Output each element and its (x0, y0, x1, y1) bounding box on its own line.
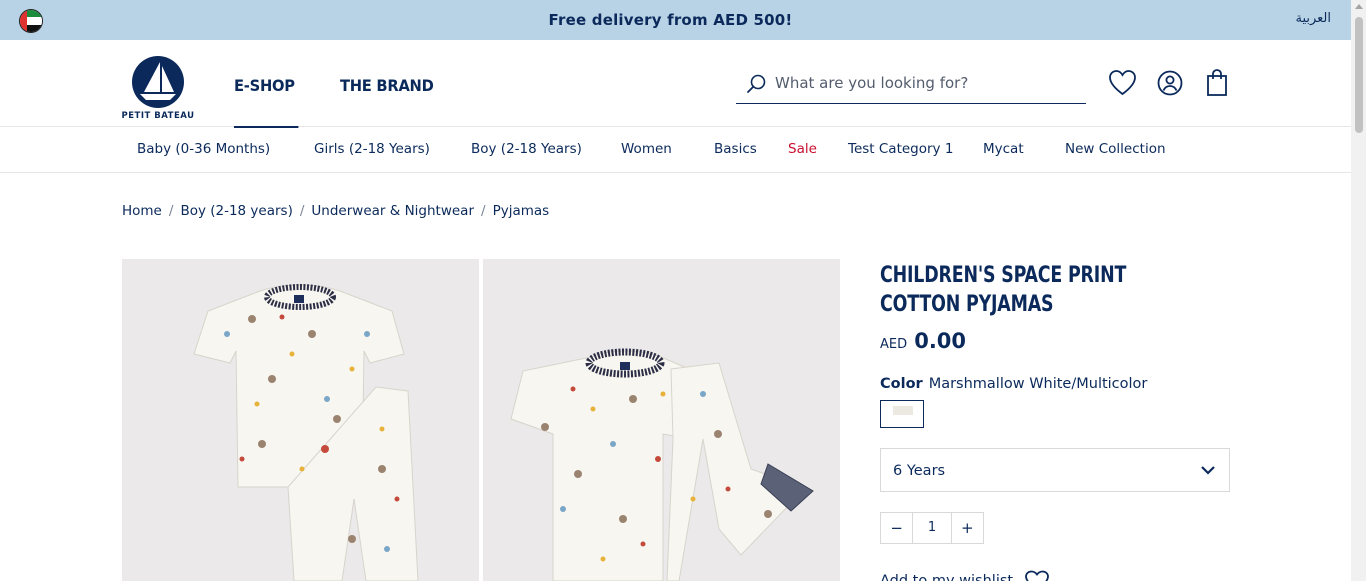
scrollbar-thumb[interactable] (1355, 17, 1363, 133)
price-currency: AED (880, 337, 908, 352)
size-select[interactable]: 6 Years (880, 448, 1230, 492)
category-test-category-1[interactable]: Test Category 1 (848, 141, 953, 157)
quantity-stepper: − 1 + (880, 512, 984, 544)
breadcrumb-separator: / (299, 203, 305, 219)
color-swatch[interactable] (880, 400, 924, 428)
category-nav: Baby (0-36 Months) Girls (2-18 Years) Bo… (0, 127, 1351, 173)
category-sale[interactable]: Sale (788, 141, 817, 157)
main-nav: E-SHOP THE BRAND (234, 76, 442, 128)
site-header: PETIT BATEAU E-SHOP THE BRAND (0, 40, 1351, 128)
qty-input[interactable]: 1 (912, 513, 952, 543)
product-image-flat[interactable] (483, 259, 840, 581)
color-value: Marshmallow White/Multicolor (928, 376, 1148, 392)
breadcrumb: Home / Boy (2-18 years) / Underwear & Nightw… (122, 203, 549, 219)
chevron-down-icon (1201, 466, 1215, 475)
price-amount: 0.00 (914, 329, 967, 353)
breadcrumb-home[interactable]: Home (122, 203, 162, 219)
product-image-front[interactable] (122, 259, 479, 581)
page-scrollbar[interactable] (1351, 0, 1366, 581)
brand-logo[interactable]: PETIT BATEAU (120, 48, 196, 121)
product-price: AED 0.00 (880, 329, 966, 353)
category-girls[interactable]: Girls (2-18 Years) (314, 141, 430, 157)
search-input[interactable] (775, 72, 1075, 94)
wishlist-label: Add to my wishlist (880, 573, 1014, 581)
qty-increase-button[interactable]: + (952, 513, 983, 543)
breadcrumb-pyjamas[interactable]: Pyjamas (493, 203, 550, 219)
breadcrumb-separator: / (168, 203, 174, 219)
product-title: CHILDREN'S SPACE PRINT COTTON PYJAMAS (880, 262, 1127, 317)
user-icon[interactable] (1156, 69, 1185, 97)
category-new-collection[interactable]: New Collection (1065, 141, 1166, 157)
category-mycat[interactable]: Mycat (983, 141, 1024, 157)
svg-text:PETIT BATEAU: PETIT BATEAU (122, 111, 195, 120)
search-icon (747, 74, 766, 93)
category-women[interactable]: Women (621, 141, 672, 157)
add-to-wishlist[interactable]: Add to my wishlist (880, 570, 1050, 581)
color-row: Color Marshmallow White/Multicolor (880, 376, 1147, 392)
language-switch[interactable]: العربية (1295, 11, 1331, 26)
promo-banner: Free delivery from AED 500! العربية (0, 0, 1351, 40)
scroll-up-arrow-icon[interactable] (1355, 4, 1363, 9)
heart-icon[interactable] (1108, 69, 1137, 97)
category-baby[interactable]: Baby (0-36 Months) (137, 141, 270, 157)
size-selected-value: 6 Years (893, 463, 946, 479)
breadcrumb-underwear[interactable]: Underwear & Nightwear (311, 203, 474, 219)
category-basics[interactable]: Basics (714, 141, 757, 157)
heart-icon (1024, 570, 1049, 581)
search-bar[interactable] (736, 66, 1086, 104)
breadcrumb-boy[interactable]: Boy (2-18 years) (180, 203, 292, 219)
breadcrumb-separator: / (481, 203, 486, 219)
promo-text: Free delivery from AED 500! (548, 11, 793, 29)
nav-eshop[interactable]: E-SHOP (234, 76, 299, 128)
category-boy[interactable]: Boy (2-18 Years) (471, 141, 582, 157)
color-label: Color (880, 376, 923, 392)
header-actions (1108, 69, 1233, 97)
bag-icon[interactable] (1204, 69, 1233, 97)
qty-decrease-button[interactable]: − (881, 513, 912, 543)
nav-the-brand[interactable]: THE BRAND (340, 76, 434, 95)
